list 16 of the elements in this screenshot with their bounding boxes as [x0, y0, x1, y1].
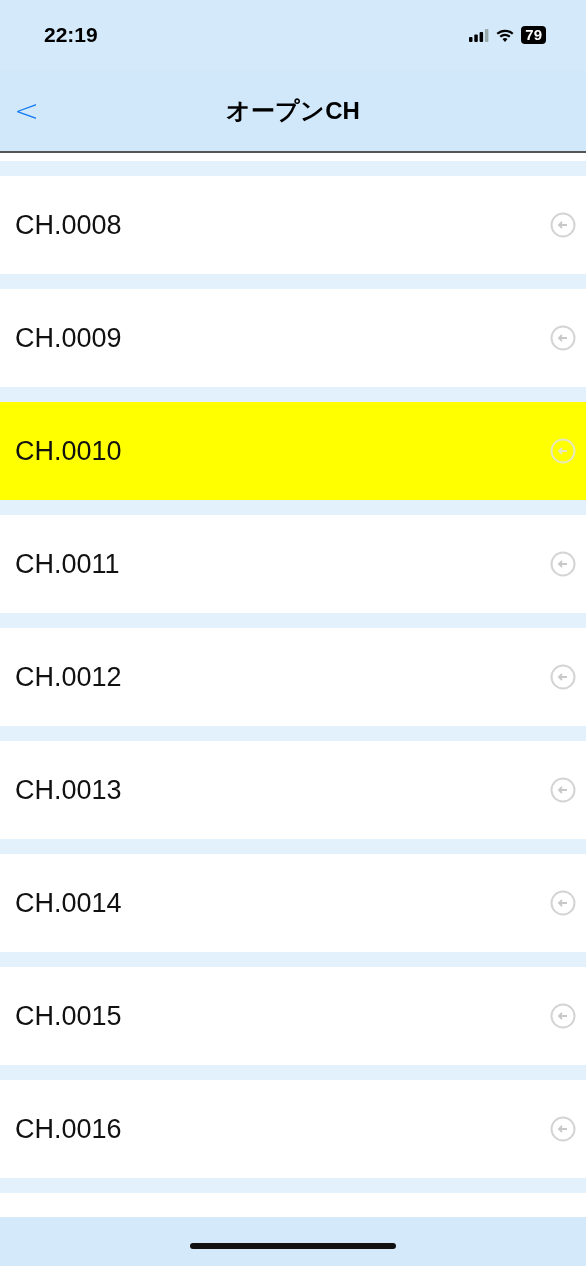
channel-row[interactable]: CH.0016: [0, 1065, 586, 1193]
arrow-circle-icon: [550, 212, 576, 238]
channel-row[interactable]: CH.0010: [0, 387, 586, 500]
arrow-circle-icon: [550, 438, 576, 464]
arrow-circle-icon: [550, 1003, 576, 1029]
wifi-icon: [496, 28, 515, 42]
arrow-circle-icon: [550, 664, 576, 690]
arrow-circle-icon: [550, 1116, 576, 1142]
clock-time: 22:19: [44, 23, 98, 47]
arrow-circle-icon: [550, 777, 576, 803]
arrow-circle-icon: [550, 551, 576, 577]
arrow-circle-icon: [550, 890, 576, 916]
screen-title: オープンCH: [226, 95, 360, 126]
arrow-circle-icon: [550, 325, 576, 351]
battery-indicator: 79: [521, 26, 546, 44]
signal-icon: [469, 28, 490, 42]
